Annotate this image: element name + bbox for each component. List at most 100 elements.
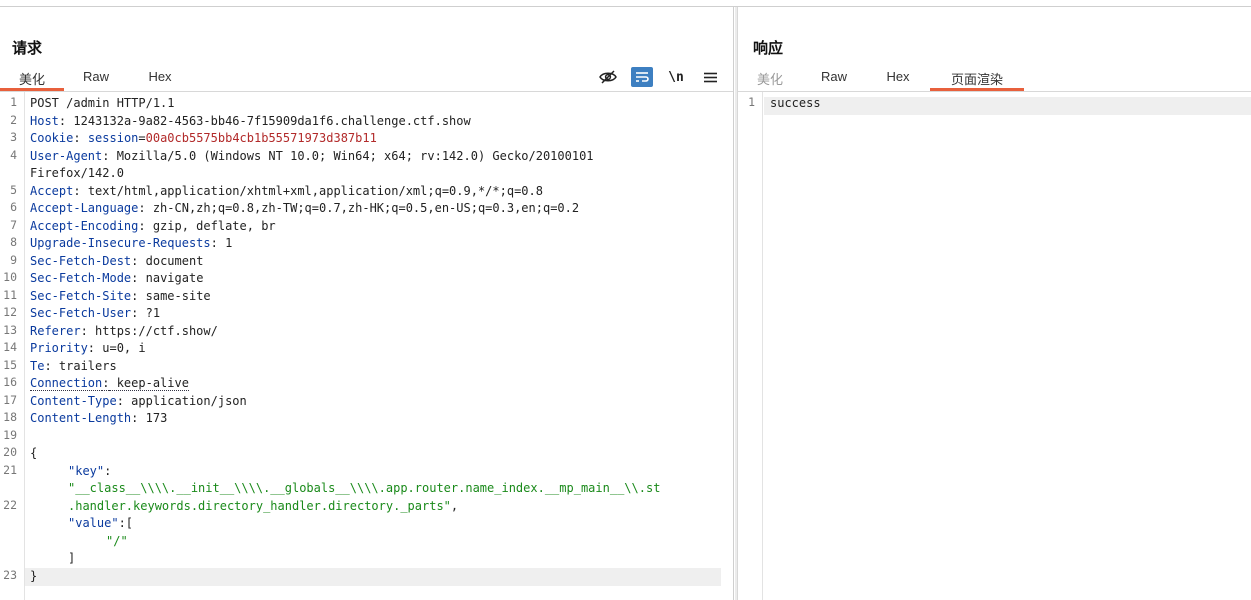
header-value: zh-CN,zh;q=0.8,zh-TW;q=0.7,zh-HK;q=0.5,e…: [145, 201, 580, 215]
header-name: Te: [30, 358, 45, 373]
code-text: }: [30, 568, 38, 583]
line-number: 19: [3, 427, 17, 442]
cookie-value: 00a0cb5575bb4cb1b55571973d387b11: [145, 131, 377, 145]
code-line: Referer: https://ctf.show/: [30, 323, 218, 341]
line-number: 11: [3, 287, 17, 302]
json-key: "key": [68, 463, 105, 478]
header-value: keep-alive: [109, 376, 189, 391]
response-editor[interactable]: 1 success: [738, 92, 1251, 600]
line-number: 20: [3, 445, 17, 459]
header-colon: :: [80, 323, 88, 338]
line-number: 13: [3, 322, 17, 337]
code-text: {: [30, 446, 38, 460]
header-value: ?1: [138, 306, 161, 320]
response-title: 响应: [753, 40, 784, 57]
request-pane: 请求 美化 Raw Hex \n 1 POST /admin HTTP/1.1 2 H…: [0, 7, 734, 600]
line-number: 1: [10, 95, 17, 109]
line-number: 23: [3, 567, 17, 582]
code-line: Sec-Fetch-Mode: navigate: [30, 270, 203, 288]
json-separator: :: [104, 463, 112, 478]
code-line: Sec-Fetch-Dest: document: [30, 253, 203, 271]
code-line: Content-Length: 173: [30, 410, 167, 428]
line-number: 10: [3, 270, 17, 284]
code-line-wrapped: Firefox/142.0: [30, 165, 124, 183]
code-line: "__class__\\\\.__init__\\\\.__globals__\…: [30, 480, 660, 498]
tab-pretty[interactable]: 美化: [0, 66, 64, 91]
line-number: 9: [10, 252, 17, 267]
header-value: u=0, i: [95, 341, 146, 355]
code-line: Accept-Encoding: gzip, deflate, br: [30, 218, 276, 236]
header-value: text/html,application/xhtml+xml,applicat…: [80, 183, 543, 198]
line-number: 1: [748, 95, 755, 109]
current-line-highlight: [764, 97, 1251, 115]
header-colon: :: [138, 201, 146, 215]
tab-pretty[interactable]: 美化: [738, 66, 802, 91]
tab-raw[interactable]: Raw: [64, 66, 128, 91]
code-line: Te: trailers: [30, 358, 117, 376]
header-value: Mozilla/5.0 (Windows NT 10.0; Win64; x64…: [109, 148, 594, 163]
word-wrap-icon[interactable]: [631, 67, 653, 87]
tab-hex[interactable]: Hex: [866, 66, 930, 91]
line-number: 15: [3, 357, 17, 372]
header-colon: :: [87, 341, 96, 355]
header-value: 173: [138, 411, 168, 425]
code-line: Sec-Fetch-User: ?1: [30, 305, 160, 323]
eye-off-icon[interactable]: [597, 67, 619, 87]
cookie-equals: =: [138, 131, 146, 145]
code-line: "/": [30, 533, 128, 551]
code-line: .handler.keywords.directory_handler.dire…: [30, 498, 458, 516]
code-line: Content-Type: application/json: [30, 393, 247, 411]
line-number-gutter: [738, 92, 762, 600]
newline-toggle-button[interactable]: \n: [665, 67, 687, 87]
request-editor[interactable]: 1 POST /admin HTTP/1.1 2 Host: 1243132a-9a8…: [0, 92, 733, 600]
tab-render[interactable]: 页面渲染: [930, 66, 1024, 91]
json-string: .handler.keywords.directory_handler.dire…: [68, 498, 451, 513]
header-value: same-site: [138, 288, 211, 303]
header-name: Host: [30, 113, 59, 128]
line-number: 3: [10, 130, 17, 144]
response-pane: 响应 美化 Raw Hex 页面渲染 1 success: [737, 7, 1251, 600]
header-colon: :: [138, 218, 146, 233]
line-number: 5: [10, 182, 17, 197]
json-key: "value": [68, 516, 119, 530]
request-tabs: 美化 Raw Hex: [0, 66, 192, 91]
header-colon: :: [116, 393, 124, 408]
header-value: 1: [217, 236, 233, 250]
header-colon: :: [73, 131, 81, 145]
code-line: "value":[: [30, 515, 133, 533]
line-number: 4: [10, 147, 17, 162]
line-number: 16: [3, 375, 17, 389]
header-name: Accept: [30, 183, 74, 198]
line-number: 22: [3, 497, 17, 512]
code-line: "key":: [30, 463, 111, 481]
header-colon: :: [73, 183, 81, 198]
header-name: User-Agent: [30, 148, 103, 163]
tab-hex[interactable]: Hex: [128, 66, 192, 91]
code-line: ]: [30, 550, 75, 568]
code-line: Host: 1243132a-9a82-4563-bb46-7f15909da1…: [30, 113, 471, 131]
header-name: Sec-Fetch-Mode: [30, 271, 132, 285]
code-text: POST /admin HTTP/1.1: [30, 96, 175, 110]
code-text: success: [770, 96, 821, 110]
hamburger-menu-icon[interactable]: [699, 67, 721, 87]
header-name: Accept-Language: [30, 201, 139, 215]
header-name: Content-Type: [30, 393, 117, 408]
line-number: 12: [3, 305, 17, 319]
code-line: Cookie: session=00a0cb5575bb4cb1b5557197…: [30, 130, 377, 148]
line-number: 17: [3, 392, 17, 407]
code-line: }: [30, 568, 37, 586]
header-name: Content-Length: [30, 411, 132, 425]
code-text: ]: [68, 551, 76, 565]
code-line: User-Agent: Mozilla/5.0 (Windows NT 10.0…: [30, 148, 594, 166]
code-line: Priority: u=0, i: [30, 340, 146, 358]
line-number: 6: [10, 200, 17, 214]
code-line: success: [770, 95, 821, 113]
header-value: navigate: [138, 271, 204, 285]
header-name: Connection: [30, 376, 103, 391]
response-tabs: 美化 Raw Hex 页面渲染: [738, 66, 1024, 91]
request-toolbar: \n: [597, 66, 721, 88]
header-value: application/json: [123, 393, 247, 408]
code-line: {: [30, 445, 37, 463]
header-value: 1243132a-9a82-4563-bb46-7f15909da1f6.cha…: [66, 113, 471, 128]
tab-raw[interactable]: Raw: [802, 66, 866, 91]
